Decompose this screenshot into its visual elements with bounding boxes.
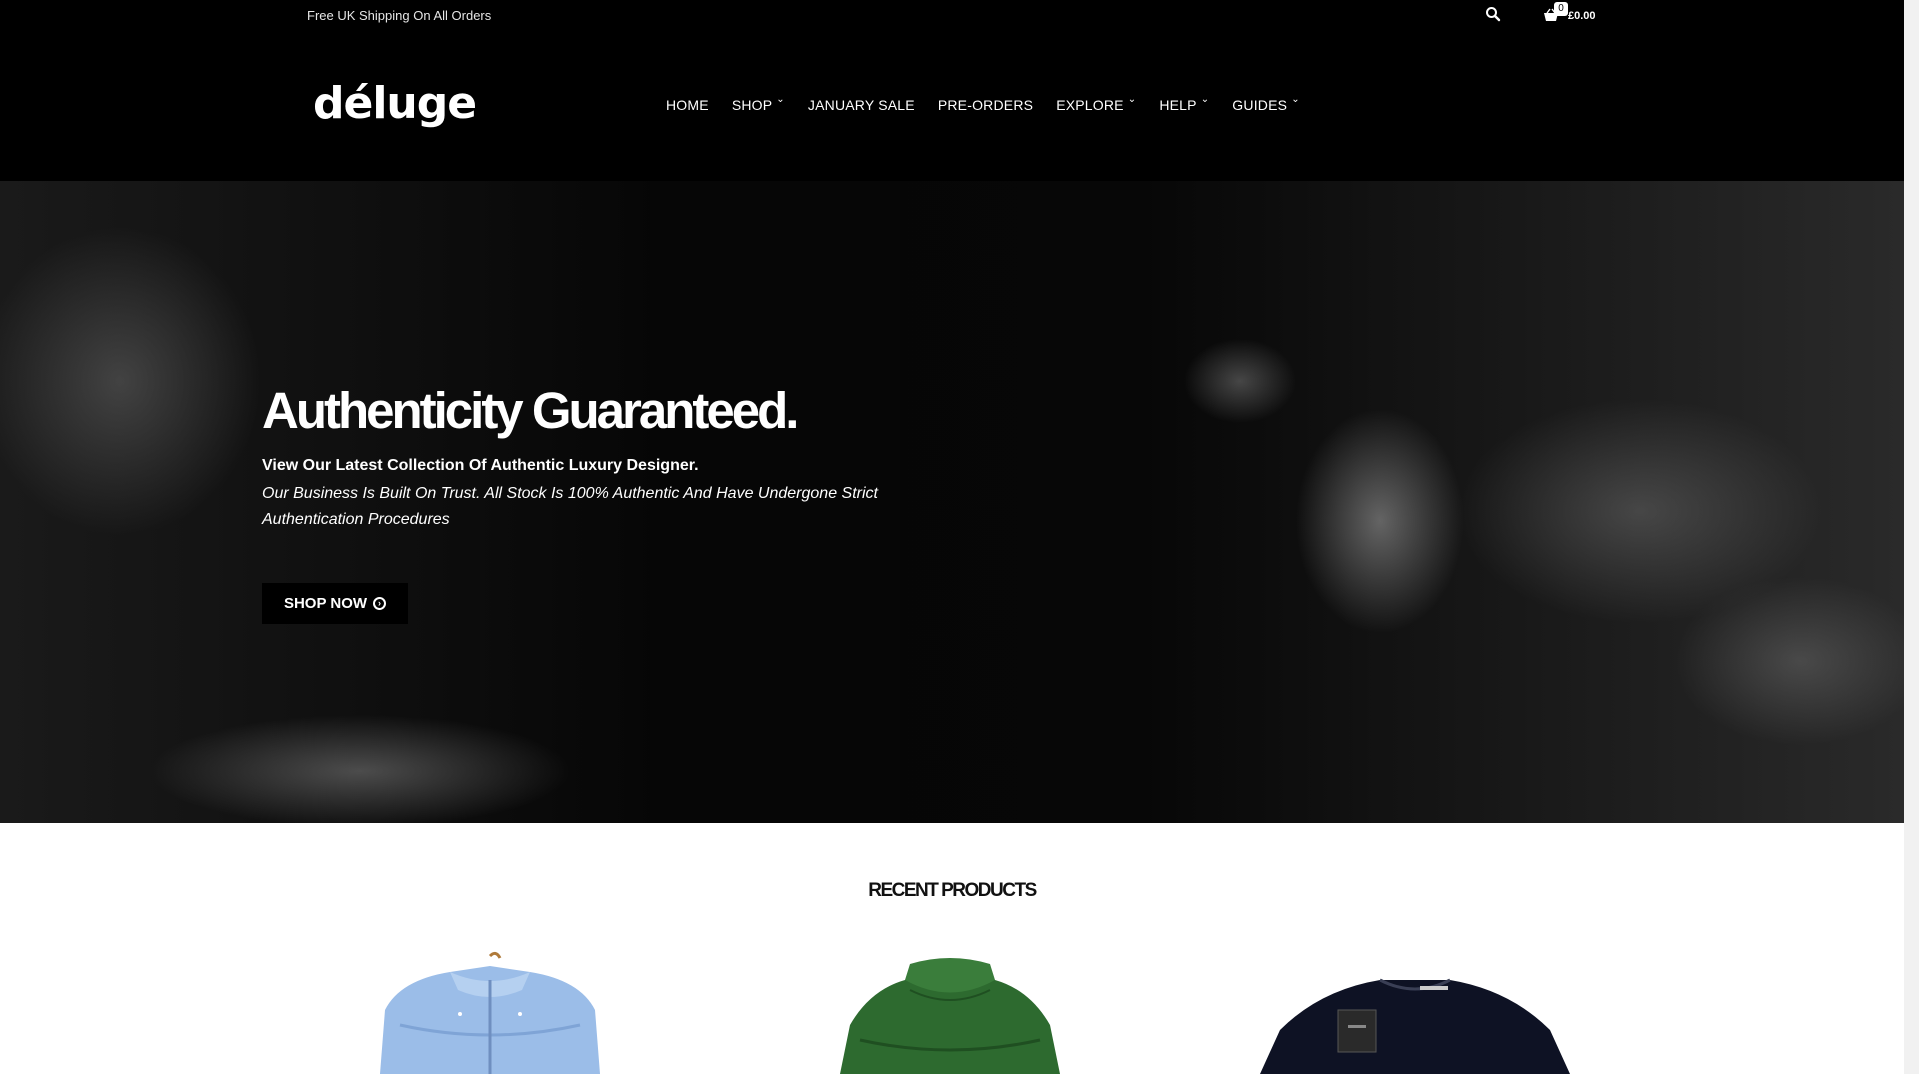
nav-item-label: HELP	[1159, 97, 1197, 113]
cart-button[interactable]: 0 £0.00	[1543, 2, 1603, 28]
nav-item-label: GUIDES	[1232, 97, 1288, 113]
hero-title: Authenticity Guaranteed.	[262, 382, 799, 439]
arrow-circle-icon: ›	[373, 597, 387, 610]
product-card-puffer-gilet[interactable]	[810, 950, 1090, 1074]
product-image	[380, 951, 600, 1074]
hero-subtitle: View Our Latest Collection Of Authentic …	[262, 457, 699, 474]
header: Free UK Shipping On All Orders 0 £0.00 d…	[0, 0, 1904, 181]
nav-item-pre-orders[interactable]: PRE-ORDERS	[938, 97, 1033, 117]
nav-item-label: PRE-ORDERS	[937, 97, 1034, 113]
product-card-puffer-jacket[interactable]	[340, 950, 640, 1074]
search-icon	[1486, 7, 1501, 22]
nav-item-label: HOME	[666, 97, 709, 113]
chevron-down-icon: ⌄	[1127, 94, 1137, 105]
chevron-down-icon: ⌄	[1200, 94, 1210, 105]
hero-banner: Authenticity Guaranteed. View Our Latest…	[0, 181, 1904, 823]
nav-item-label: SHOP	[731, 97, 773, 113]
nav-item-help[interactable]: HELP ⌄	[1159, 94, 1210, 117]
product-card-sweatshirt[interactable]	[1230, 950, 1600, 1074]
nav-item-home[interactable]: HOME	[666, 97, 709, 117]
shop-now-label: SHOP NOW	[283, 595, 368, 612]
nav-item-label: EXPLORE	[1056, 97, 1124, 113]
nav-item-shop[interactable]: SHOP ⌄	[731, 94, 785, 117]
main-nav: HOME SHOP ⌄ JANUARY SALE PRE-ORDERS EXPL…	[666, 94, 1323, 117]
nav-item-guides[interactable]: GUIDES ⌄	[1232, 94, 1300, 117]
hero-description: Our Business Is Built On Trust. All Stoc…	[262, 485, 878, 528]
product-image	[840, 958, 1060, 1074]
chevron-down-icon: ⌄	[776, 94, 785, 105]
shipping-banner: Free UK Shipping On All Orders	[307, 8, 492, 23]
cart-count-badge: 0	[1554, 2, 1568, 16]
shop-now-button[interactable]: SHOP NOW ›	[262, 583, 408, 624]
page-scrollbar[interactable]	[1904, 0, 1919, 1074]
nav-item-label: JANUARY SALE	[807, 97, 915, 113]
product-image	[1260, 978, 1570, 1074]
cart-total: £0.00	[1568, 10, 1596, 22]
chevron-down-icon: ⌄	[1291, 94, 1300, 105]
nav-item-january-sale[interactable]: JANUARY SALE	[808, 97, 915, 117]
recent-products-title: RECENT PRODUCTS	[868, 880, 1037, 901]
nav-item-explore[interactable]: EXPLORE ⌄	[1056, 94, 1137, 117]
site-logo[interactable]: déluge	[313, 78, 477, 129]
search-button[interactable]	[1485, 6, 1503, 24]
